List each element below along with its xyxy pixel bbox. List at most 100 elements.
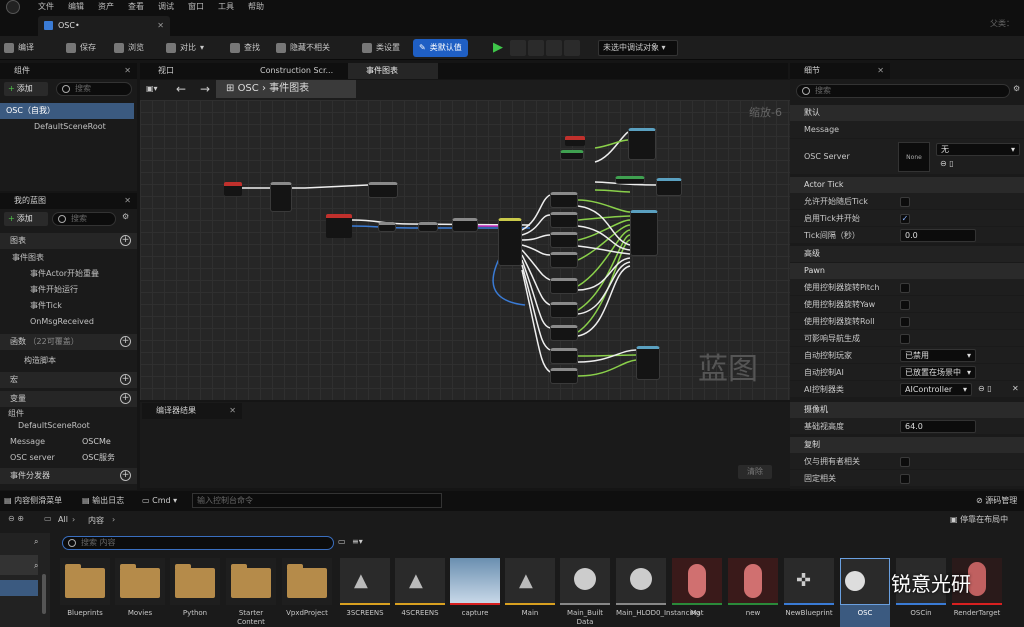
graph-node[interactable] [418, 222, 438, 232]
graph-node[interactable] [550, 212, 578, 228]
search-icon[interactable]: ⌕ [34, 561, 38, 571]
menu-edit[interactable]: 编辑 [68, 0, 84, 14]
compile-button[interactable]: 编译 [4, 39, 34, 57]
class-settings-button[interactable]: 类设置 [362, 39, 400, 57]
event-graph-canvas[interactable]: 缩放-6 蓝图 [140, 100, 790, 400]
graph-node[interactable] [378, 222, 396, 232]
auto-ai-select[interactable]: 已放置在场景中 ▾ [900, 366, 976, 379]
eye-height-input[interactable]: 64.0 [900, 420, 976, 433]
diff-button[interactable]: 对比 ▾ [166, 39, 204, 57]
class-defaults-button[interactable]: ✎ 类默认值 [413, 39, 468, 57]
ai-class-select[interactable]: AIController ▾ [900, 383, 972, 396]
tab-construction-script[interactable]: Construction Scr... [248, 63, 333, 79]
scrollbar[interactable] [42, 574, 46, 614]
graph-node[interactable] [615, 176, 645, 184]
add-graph-icon[interactable]: + [120, 235, 131, 246]
gear-icon[interactable]: ⚙ [122, 212, 129, 221]
find-button[interactable]: 查找 [230, 39, 260, 57]
pawn-section[interactable]: Pawn [790, 263, 1024, 279]
dock-in-layout-button[interactable]: ▣ 停靠在布局中 [950, 514, 1008, 525]
event-node[interactable] [326, 214, 352, 238]
forward-arrow-icon[interactable]: → [200, 82, 210, 96]
advanced-section[interactable]: 高级 [790, 246, 1024, 262]
breadcrumb-root[interactable]: OSC [238, 83, 259, 94]
components-search-input[interactable]: 搜索 [56, 82, 132, 96]
console-command-input[interactable]: 输入控制台命令 [192, 493, 442, 508]
graph-node[interactable] [452, 218, 478, 232]
asset-folder[interactable]: Movies [115, 558, 165, 627]
asset-tile[interactable]: ✜ NewBlueprint [784, 558, 834, 627]
construction-script-item[interactable]: 构造脚本 [0, 353, 56, 369]
camera-section[interactable]: 摄像机 [790, 402, 1024, 418]
asset-tile[interactable]: ▲ 4SCREENS [395, 558, 445, 627]
add-macro-icon[interactable]: + [120, 374, 131, 385]
graph-node[interactable] [368, 182, 398, 198]
component-root[interactable]: OSC（自我） [0, 103, 134, 119]
tab-osc[interactable]: OSC• ✕ [38, 16, 170, 36]
add-dispatcher-icon[interactable]: + [120, 470, 131, 481]
asset-tile[interactable]: ▲ Main [505, 558, 555, 627]
asset-folder[interactable]: Python [170, 558, 220, 627]
search-icon[interactable]: ⌕ [34, 537, 38, 547]
path-content[interactable]: 内容 [88, 515, 104, 526]
folder-icon[interactable]: ▭ [44, 514, 52, 523]
unreal-logo-icon[interactable] [6, 0, 20, 14]
sequence-node[interactable] [498, 218, 522, 266]
menu-asset[interactable]: 资产 [98, 0, 114, 14]
asset-tile-selected[interactable]: OSC [840, 558, 890, 627]
back-arrow-icon[interactable]: ← [176, 82, 186, 96]
output-log-button[interactable]: ▤ 输出日志 [82, 494, 124, 508]
graph-node[interactable] [550, 368, 578, 384]
asset-tile[interactable]: ▲ 3SCREENS [340, 558, 390, 627]
tab-event-graph[interactable]: 事件图表 [348, 63, 438, 79]
gear-icon[interactable]: ⚙ [1013, 84, 1020, 93]
eject-button[interactable] [546, 40, 562, 56]
content-search-input[interactable]: 搜索 内容 [62, 536, 334, 550]
close-icon[interactable]: ✕ [229, 403, 236, 419]
my-blueprint-search-input[interactable]: 搜索 [52, 212, 116, 226]
play-options-button[interactable] [564, 40, 580, 56]
asset-tile[interactable]: Main_HLOD0_Instancing [616, 558, 700, 627]
osc-server-select[interactable]: 无 ▾ [936, 143, 1020, 156]
details-search-input[interactable]: 搜索 [796, 84, 1010, 98]
tick-interval-input[interactable]: 0.0 [900, 229, 976, 242]
default-section[interactable]: 默认 [790, 105, 1024, 121]
event-node[interactable] [565, 136, 585, 146]
nav-checkbox[interactable] [900, 334, 910, 344]
graph-node[interactable] [636, 346, 660, 380]
menu-view[interactable]: 查看 [128, 0, 144, 14]
always-relevant-checkbox[interactable] [900, 474, 910, 484]
asset-thumbnail[interactable]: None [898, 142, 930, 172]
menu-help[interactable]: 帮助 [248, 0, 264, 14]
event-item[interactable]: 事件Tick [0, 298, 62, 314]
hide-unrelated-button[interactable]: 隐藏不相关 [276, 39, 330, 57]
stop-button[interactable] [528, 40, 544, 56]
browse-asset-icon[interactable]: ⊖ ▯ [978, 384, 992, 393]
graph-node[interactable] [550, 252, 578, 268]
component-child[interactable]: DefaultSceneRoot [0, 119, 106, 135]
asset-tile[interactable]: new [728, 558, 778, 627]
debug-object-select[interactable]: 未选中调试对象 ▾ [598, 40, 678, 56]
nav-arrows-icon[interactable]: ⊖ ⊕ [8, 514, 24, 523]
close-icon[interactable]: ✕ [157, 16, 164, 36]
only-owner-checkbox[interactable] [900, 457, 910, 467]
roll-checkbox[interactable] [900, 317, 910, 327]
sources-item-selected[interactable] [0, 580, 38, 596]
variable-row[interactable]: OSC server OSC服务 [0, 450, 137, 466]
menu-file[interactable]: 文件 [38, 0, 54, 14]
sources-item[interactable] [0, 555, 38, 575]
event-item[interactable]: 事件Actor开始重叠 [0, 266, 99, 282]
save-search-icon[interactable]: ▭ [338, 537, 346, 546]
graph-node[interactable] [630, 210, 658, 256]
browse-asset-icon[interactable]: ⊖ ▯ [940, 159, 954, 168]
graph-node[interactable] [550, 232, 578, 248]
variable-row[interactable]: Message OSCMe [0, 434, 137, 450]
graph-node[interactable] [550, 325, 578, 341]
add-member-button[interactable]: + 添加 [4, 212, 48, 226]
asset-tile[interactable]: Mat [672, 558, 722, 627]
menu-tools[interactable]: 工具 [218, 0, 234, 14]
replication-section[interactable]: 复制 [790, 437, 1024, 453]
asset-tile[interactable]: Main_Built Data [560, 558, 610, 627]
yaw-checkbox[interactable] [900, 300, 910, 310]
step-button[interactable] [510, 40, 526, 56]
